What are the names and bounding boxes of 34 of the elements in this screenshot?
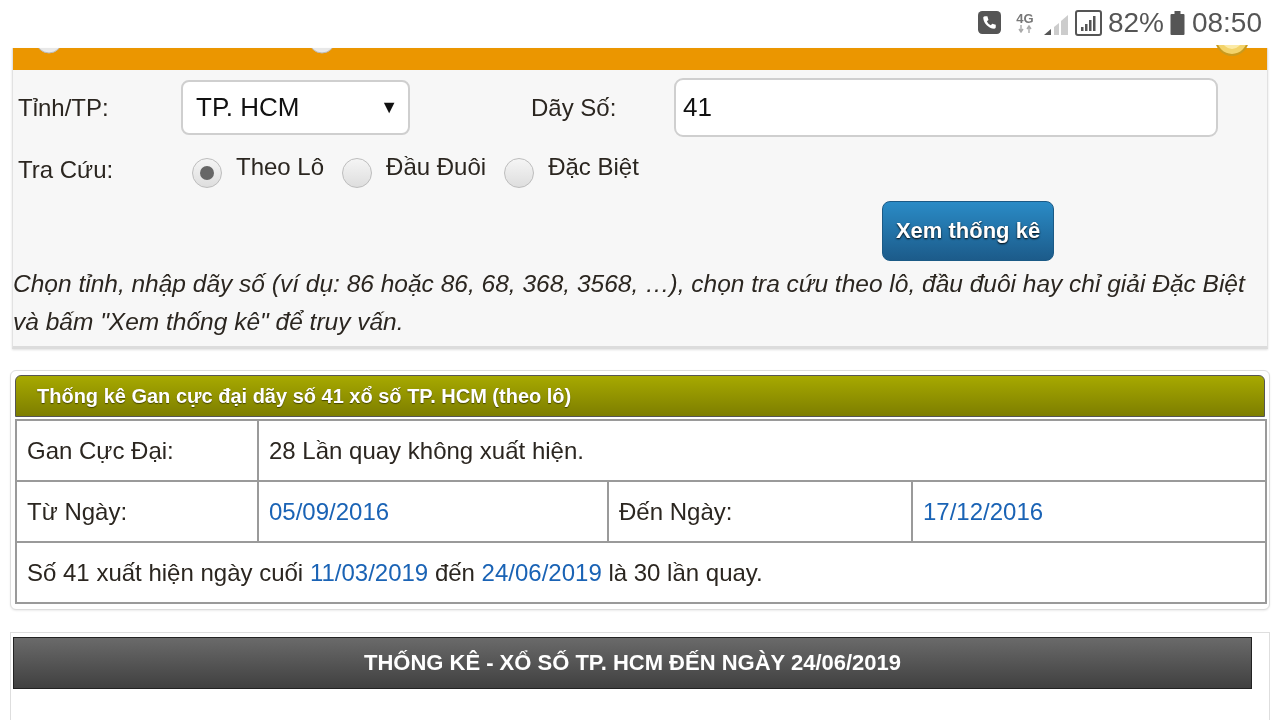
radio-icon: [35, 48, 63, 54]
radio-button[interactable]: [192, 158, 222, 188]
result-title: Thống kê Gan cực đại dãy số 41 xổ số TP. HCM (theo lô): [15, 375, 1265, 417]
phone-icon: [977, 11, 1001, 34]
radio-icon: [308, 48, 336, 54]
summary-sentence: Số 41 xuất hiện ngày cuối 11/03/2019 đến 24/06/2019 là 30 lần quay.: [27, 558, 763, 586]
province-select[interactable]: TP. HCM ▼: [181, 80, 410, 135]
signal-icon: [1074, 10, 1102, 36]
caret-icon: ▼: [380, 97, 398, 118]
field-label: Dãy Số:: [531, 93, 618, 122]
date-link[interactable]: 17/12/2016: [923, 497, 1044, 525]
radio-label[interactable]: Đầu Đuôi: [386, 153, 487, 181]
table-cell: 28 Lần quay không xuất hiện.: [258, 420, 1267, 481]
network-label: 4G: [1016, 12, 1034, 25]
radio-button[interactable]: [342, 158, 373, 188]
data-arrows-icon: [1017, 25, 1032, 33]
stats-heading: THỐNG KÊ - XỔ SỐ TP. HCM ĐẾN NGÀY 24/06/2019: [13, 637, 1252, 689]
hint-text: Chọn tỉnh, nhập dãy số (ví dụ: 86 hoặc 86, 68, 368, 3568, …), chọn tra cứu theo lô, đầu đuôi hay chỉ giải Đặc Biệt và bấm "Xem thống kê" để truy vấn.: [13, 269, 1247, 337]
field-label: Tra Cứu:: [18, 156, 115, 184]
battery-icon: [1169, 10, 1185, 35]
clock-time: 08:50: [1191, 6, 1262, 39]
table-cell: Gan Cực Đại:: [16, 420, 258, 481]
view-stats-button[interactable]: Xem thống kê: [882, 201, 1054, 261]
battery-percent: 82%: [1107, 6, 1164, 39]
date-link[interactable]: 11/03/2019: [309, 558, 429, 586]
radio-label[interactable]: Đặc Biệt: [548, 153, 639, 181]
date-link[interactable]: 05/09/2016: [269, 497, 390, 525]
radio-button[interactable]: [504, 158, 535, 188]
date-link[interactable]: 24/06/2019: [481, 558, 602, 586]
number-input[interactable]: 41: [674, 78, 1218, 137]
table-cell: Đến Ngày:: [608, 481, 912, 542]
radio-label[interactable]: Theo Lô: [236, 153, 325, 181]
table-cell: Từ Ngày:: [16, 481, 258, 542]
field-label: Tỉnh/TP:: [18, 93, 110, 122]
